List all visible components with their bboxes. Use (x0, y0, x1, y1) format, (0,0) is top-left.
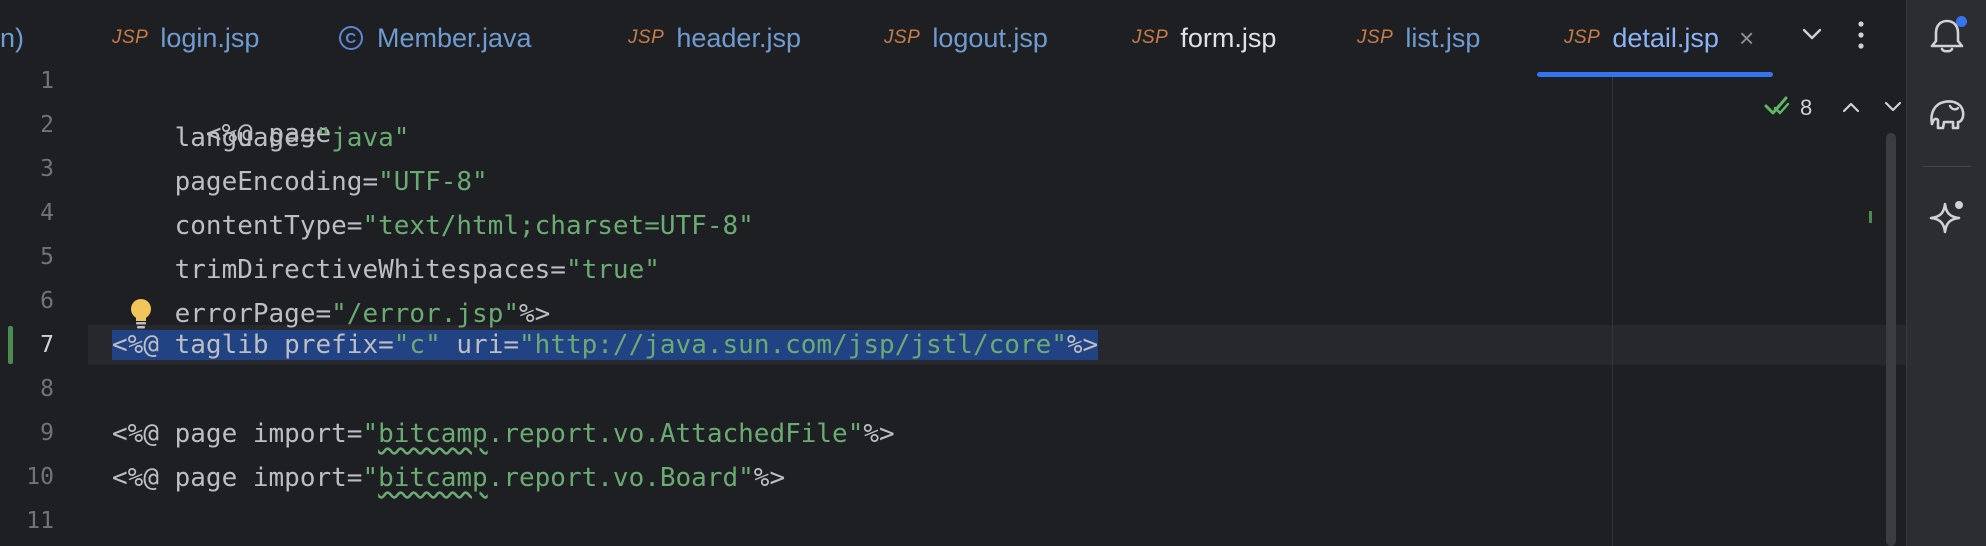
tab-label: Member.java (377, 22, 532, 53)
tab-login-jsp[interactable]: JSP login.jsp (112, 0, 259, 76)
tab-form-jsp[interactable]: JSP form.jsp (1132, 0, 1276, 76)
selected-text: <%@ taglib prefix="c" uri="http://java.s… (112, 330, 1099, 360)
line-number: 4 (40, 200, 54, 226)
chevron-up-icon[interactable] (1842, 97, 1860, 120)
notification-badge (1956, 16, 1967, 27)
jsp-file-icon: JSP (884, 27, 921, 48)
tab-header-jsp[interactable]: JSP header.jsp (628, 0, 801, 76)
right-tool-stripe (1906, 0, 1986, 546)
tab-label: login.jsp (160, 22, 260, 53)
code-line-10: <%@ page import="bitcamp.report.vo.Board… (112, 463, 786, 493)
code-line-3: pageEncoding="UTF-8" (112, 167, 488, 197)
tab-logout-jsp[interactable]: JSP logout.jsp (884, 0, 1048, 76)
jsp-file-icon: JSP (112, 27, 149, 48)
tab-detail-jsp[interactable]: JSP detail.jsp × (1564, 0, 1754, 76)
close-icon[interactable]: × (1739, 23, 1754, 54)
code-line-5: trimDirectiveWhitespaces="true" (112, 255, 660, 285)
tab-label: header.jsp (676, 22, 801, 53)
code-line-4: contentType="text/html;charset=UTF-8" (112, 211, 754, 241)
line-number: 5 (40, 244, 54, 270)
line-number: 1 (40, 68, 54, 94)
tab-label: n) (0, 22, 25, 53)
line-number: 10 (26, 464, 54, 490)
code-line-9: <%@ page import="bitcamp.report.vo.Attac… (112, 419, 895, 449)
jsp-file-icon: JSP (1132, 27, 1169, 48)
notifications-bell-icon[interactable] (1925, 14, 1969, 58)
code-line-1: <%@ page (205, 119, 332, 149)
line-number: 11 (26, 508, 54, 534)
code-line-7: <%@ taglib prefix="c" uri="http://java.s… (112, 325, 1099, 365)
inspection-count: 8 (1800, 95, 1813, 120)
line-number: 8 (40, 376, 54, 402)
tab-label: list.jsp (1405, 22, 1481, 53)
line-number: 3 (40, 156, 54, 182)
vcs-change-marker[interactable] (8, 326, 13, 364)
error-stripe-marker[interactable] (1869, 211, 1872, 223)
stripe-separator (1923, 166, 1971, 167)
line-number: 9 (40, 420, 54, 446)
inspection-widget[interactable]: 8 (1764, 91, 1902, 125)
tab-label: form.jsp (1180, 22, 1277, 53)
ide-window: n) JSP login.jsp C Member.java JSP heade… (0, 0, 1986, 546)
code-editor[interactable]: 1 2 3 4 5 6 7 8 9 10 11 <%@ page languag… (0, 68, 1906, 546)
line-number-gutter[interactable]: 1 2 3 4 5 6 7 8 9 10 11 (0, 68, 88, 546)
vertical-scrollbar[interactable] (1886, 133, 1896, 546)
tab-label: logout.jsp (932, 22, 1048, 53)
check-icon (1764, 94, 1790, 123)
jsp-file-icon: JSP (628, 27, 665, 48)
tab-member-java[interactable]: C Member.java (339, 0, 532, 76)
chevron-down-icon[interactable] (1884, 97, 1902, 120)
code-line-2: language="java" (112, 123, 410, 153)
chevron-down-icon[interactable] (1800, 22, 1824, 53)
ai-assistant-sparkle-icon[interactable] (1925, 196, 1969, 240)
line-number: 2 (40, 112, 54, 138)
jsp-file-icon: JSP (1357, 27, 1394, 48)
tab-list-jsp[interactable]: JSP list.jsp (1357, 0, 1480, 76)
java-class-icon: C (339, 26, 363, 50)
database-elephant-icon[interactable] (1925, 92, 1969, 136)
tab-label: detail.jsp (1612, 22, 1719, 53)
lightbulb-icon[interactable] (128, 297, 154, 331)
jsp-file-icon: JSP (1564, 27, 1601, 48)
more-options-icon[interactable] (1855, 20, 1867, 57)
line-number: 6 (40, 288, 54, 314)
typo-word: bitcamp (378, 419, 488, 449)
typo-word: bitcamp (378, 463, 488, 493)
tab-partial[interactable]: n) (0, 0, 24, 76)
right-margin-guide (1612, 77, 1613, 546)
editor-tab-bar: n) JSP login.jsp C Member.java JSP heade… (0, 0, 1906, 78)
